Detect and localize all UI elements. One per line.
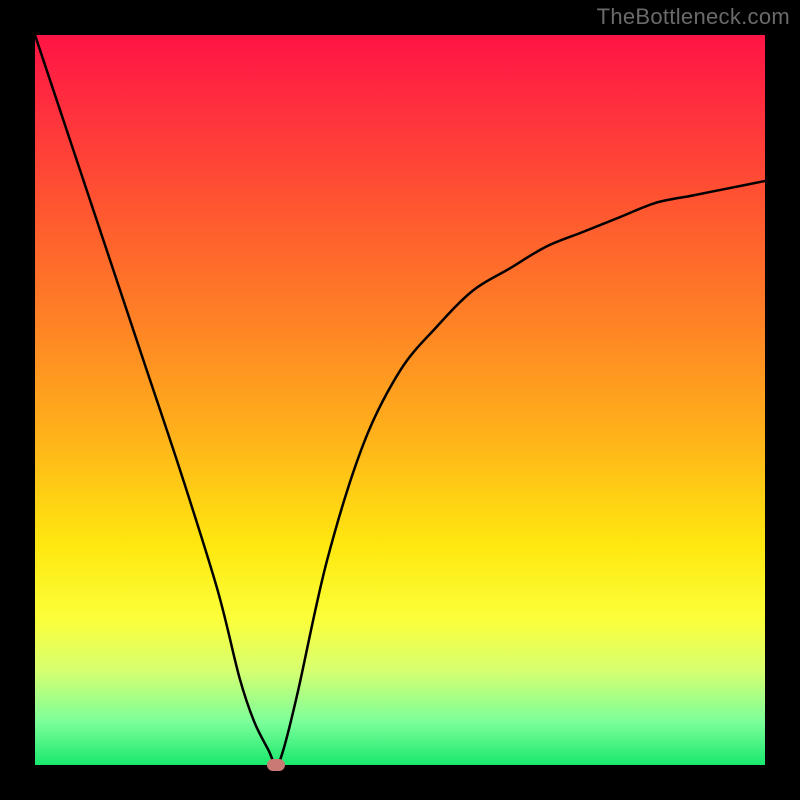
chart-frame: TheBottleneck.com xyxy=(0,0,800,800)
plot-area xyxy=(35,35,765,765)
optimal-marker xyxy=(267,759,285,771)
bottleneck-curve xyxy=(35,35,765,765)
watermark-text: TheBottleneck.com xyxy=(597,4,790,30)
